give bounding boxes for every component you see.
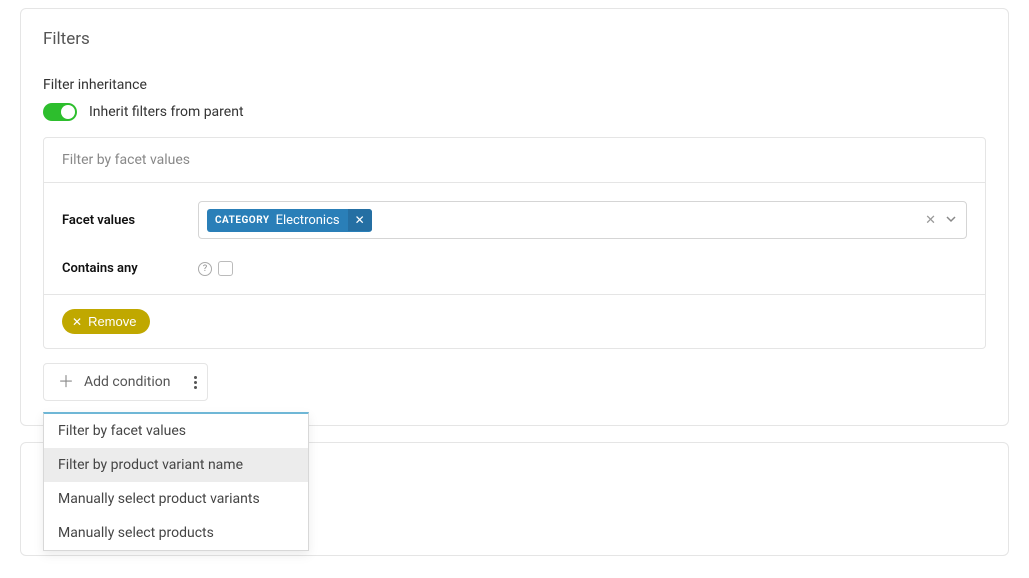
add-condition-button[interactable]: ＋ Add condition bbox=[44, 364, 184, 400]
contains-any-checkbox[interactable] bbox=[218, 261, 233, 276]
filter-block-footer: ✕ Remove bbox=[44, 295, 985, 348]
inherit-toggle-label: Inherit filters from parent bbox=[89, 104, 244, 120]
toggle-knob bbox=[61, 105, 75, 119]
add-condition-group: ＋ Add condition bbox=[43, 363, 208, 401]
clear-all-icon[interactable]: ✕ bbox=[925, 213, 936, 228]
filter-inheritance-label: Filter inheritance bbox=[43, 77, 986, 93]
dot-icon bbox=[194, 386, 197, 389]
facet-chip-category: CATEGORY bbox=[207, 211, 276, 230]
filter-block-body: Facet values CATEGORY Electronics ✕ ✕ bbox=[44, 183, 985, 295]
close-icon: ✕ bbox=[72, 316, 82, 328]
filters-title: Filters bbox=[43, 29, 986, 49]
facet-chip: CATEGORY Electronics ✕ bbox=[207, 209, 372, 232]
filter-block-header: Filter by facet values bbox=[44, 138, 985, 183]
contains-any-label: Contains any bbox=[62, 261, 198, 276]
facet-values-row: Facet values CATEGORY Electronics ✕ ✕ bbox=[62, 201, 967, 239]
add-condition-label: Add condition bbox=[84, 374, 170, 390]
facet-chip-value: Electronics bbox=[276, 209, 348, 232]
remove-filter-button[interactable]: ✕ Remove bbox=[62, 309, 150, 334]
dot-icon bbox=[194, 381, 197, 384]
facet-values-input[interactable]: CATEGORY Electronics ✕ ✕ bbox=[198, 201, 967, 239]
plus-icon: ＋ bbox=[58, 374, 74, 390]
dropdown-item-variant-name[interactable]: Filter by product variant name bbox=[44, 448, 308, 482]
dropdown-item-facet-values[interactable]: Filter by facet values bbox=[44, 414, 308, 448]
contains-any-row: Contains any ? bbox=[62, 261, 967, 276]
dot-icon bbox=[194, 376, 197, 379]
filters-card: Filters Filter inheritance Inherit filte… bbox=[20, 8, 1009, 426]
facet-values-label: Facet values bbox=[62, 213, 198, 228]
chevron-down-icon[interactable] bbox=[946, 212, 956, 228]
inherit-toggle[interactable] bbox=[43, 103, 77, 121]
remove-button-label: Remove bbox=[88, 314, 136, 329]
close-icon: ✕ bbox=[355, 214, 365, 226]
inherit-toggle-row: Inherit filters from parent bbox=[43, 103, 986, 121]
add-condition-more-button[interactable] bbox=[184, 366, 207, 399]
dropdown-item-select-variants[interactable]: Manually select product variants bbox=[44, 482, 308, 516]
help-icon[interactable]: ? bbox=[198, 262, 212, 276]
condition-type-dropdown: Filter by facet values Filter by product… bbox=[43, 412, 309, 551]
dropdown-item-select-products[interactable]: Manually select products bbox=[44, 516, 308, 550]
filter-block: Filter by facet values Facet values CATE… bbox=[43, 137, 986, 349]
facet-chip-remove[interactable]: ✕ bbox=[348, 209, 372, 231]
